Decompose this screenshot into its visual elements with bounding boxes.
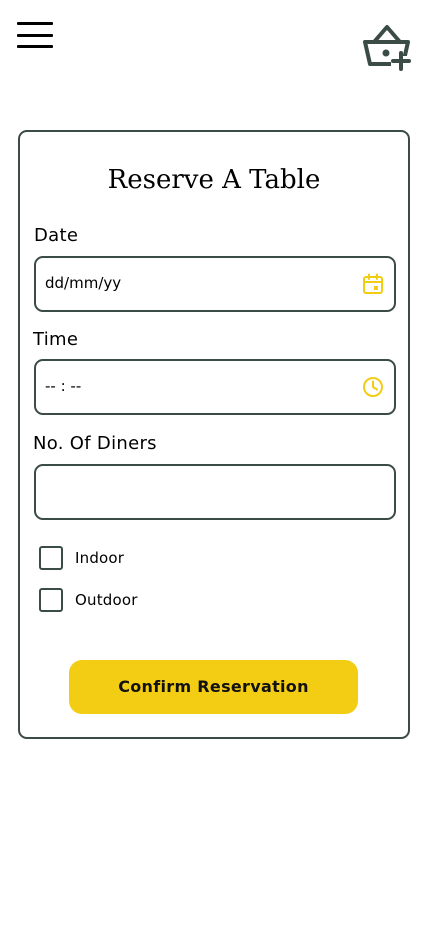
basket-add-icon[interactable] [360,22,414,72]
menu-bar-bottom [17,45,53,48]
menu-bar-top [17,22,53,25]
hamburger-menu-icon[interactable] [17,22,54,50]
date-field[interactable]: dd/mm/yy [34,256,396,312]
diners-field[interactable] [34,464,396,520]
indoor-checkbox[interactable] [39,546,63,570]
basket-add-icon-graphic [363,25,411,71]
indoor-label: Indoor [75,549,125,567]
reservation-card: Reserve A Table Date dd/mm/yy Time -- : … [18,130,410,739]
indoor-option[interactable]: Indoor [39,545,124,571]
page-title: Reserve A Table [107,165,321,195]
date-placeholder: dd/mm/yy [45,274,122,292]
diners-label: No. Of Diners [33,433,157,454]
date-label: Date [34,225,79,246]
confirm-reservation-button[interactable]: Confirm Reservation [69,660,358,714]
outdoor-option[interactable]: Outdoor [39,587,138,613]
outdoor-checkbox[interactable] [39,588,63,612]
time-field[interactable]: -- : -- [34,359,396,415]
time-placeholder: -- : -- [45,377,82,395]
menu-bar-middle [17,34,53,37]
time-label: Time [33,329,79,350]
clock-icon[interactable] [362,376,384,398]
calendar-icon[interactable] [362,273,384,295]
outdoor-label: Outdoor [75,591,138,609]
